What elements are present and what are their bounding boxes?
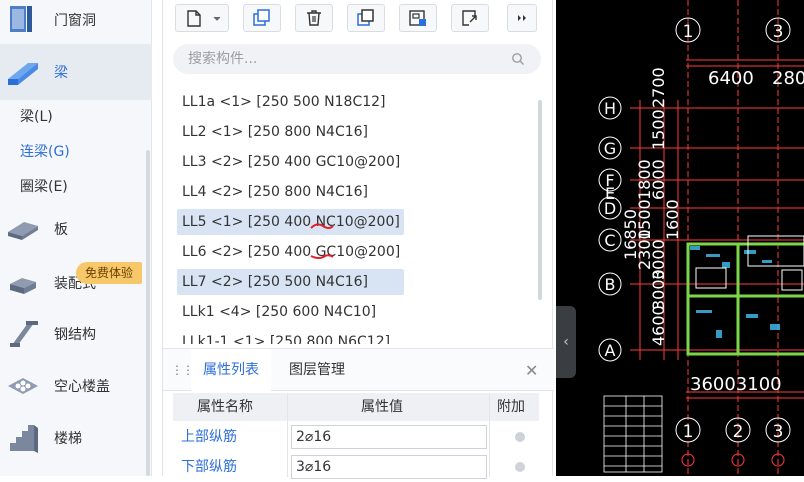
list-scrollbar[interactable] bbox=[538, 100, 542, 300]
list-item[interactable]: LL3 <2> [250 400 GC10@200] bbox=[177, 149, 400, 175]
list-item[interactable]: LL5 <1> [250 400 NC10@200] bbox=[177, 209, 404, 235]
category-label: 楼梯 bbox=[54, 431, 82, 447]
category-stairs[interactable]: 楼梯 bbox=[0, 410, 152, 466]
attach-checkbox[interactable] bbox=[515, 432, 525, 442]
category-steel-structure[interactable]: 钢结构 bbox=[0, 306, 152, 362]
new-component-button[interactable] bbox=[175, 4, 229, 32]
category-label: 板 bbox=[54, 222, 68, 238]
axis-label: 2 bbox=[733, 422, 744, 442]
property-name: 上部纵筋 bbox=[181, 429, 237, 445]
sidebar-scrollbar[interactable] bbox=[146, 150, 150, 476]
axis-label: H bbox=[604, 99, 616, 118]
search-input[interactable] bbox=[173, 44, 541, 74]
red-annotation-mark bbox=[310, 254, 334, 259]
category-label: 门窗洞 bbox=[54, 13, 96, 29]
header-value: 属性值 bbox=[361, 399, 403, 415]
header-name: 属性名称 bbox=[197, 399, 253, 415]
column-divider bbox=[287, 393, 288, 477]
category-label: 梁 bbox=[54, 65, 68, 81]
new-component-icon bbox=[187, 10, 221, 27]
list-item[interactable]: LL7 <2> [250 500 N4C16] bbox=[177, 269, 404, 295]
dimension-label: 1600 bbox=[663, 199, 682, 240]
duplicate-layer-button[interactable] bbox=[347, 4, 385, 32]
duplicate-layer-icon bbox=[357, 9, 374, 26]
axis-label: 3 bbox=[773, 422, 784, 442]
search-icon[interactable] bbox=[511, 52, 525, 66]
steel-structure-icon bbox=[10, 321, 38, 347]
list-item[interactable]: LL2 <1> [250 800 N4C16] bbox=[177, 119, 368, 145]
more-icon bbox=[518, 15, 526, 21]
export-button[interactable] bbox=[451, 4, 489, 32]
prefab-icon bbox=[10, 278, 36, 294]
dimension-label: 1500 bbox=[649, 109, 668, 150]
list-item[interactable]: LL1a <1> [250 500 N18C12] bbox=[177, 89, 386, 115]
dimension-label: 6400 bbox=[708, 68, 754, 89]
axis-label: G bbox=[604, 139, 616, 158]
tab-property-list[interactable]: 属性列表 bbox=[191, 349, 271, 391]
property-value-field[interactable]: 2⌀16 bbox=[291, 425, 487, 449]
axis-label: 3 bbox=[773, 22, 784, 42]
axis-label: A bbox=[605, 341, 616, 360]
stairs-icon bbox=[10, 425, 38, 453]
axis-label: C bbox=[604, 231, 615, 250]
list-item[interactable]: LLk1 <4> [250 600 N4C10] bbox=[177, 299, 376, 325]
collapse-panel-button[interactable]: ‹ bbox=[556, 306, 576, 378]
red-annotation-mark bbox=[310, 223, 334, 229]
hollow-floor-icon bbox=[8, 378, 38, 394]
copy-button[interactable] bbox=[243, 4, 281, 32]
dimension-label: 36003100 bbox=[690, 374, 782, 395]
header-extra: 附加 bbox=[497, 399, 525, 415]
component-list-panel: LL1a <1> [250 500 N18C12] LL2 <1> [250 8… bbox=[162, 0, 554, 479]
copy-icon bbox=[253, 9, 270, 26]
list-item[interactable]: LLk1-1 <1> [250 800 N6C12] bbox=[177, 329, 390, 344]
delete-button[interactable] bbox=[295, 4, 333, 32]
category-slab[interactable]: 板 bbox=[0, 201, 152, 257]
copy-to-floor-icon bbox=[409, 10, 426, 26]
dimension-label: 2300 bbox=[635, 229, 654, 270]
property-value-field[interactable]: 3⌀16 bbox=[291, 455, 487, 479]
dimension-label: 1800 bbox=[635, 159, 654, 200]
property-table-header: 属性名称 属性值 附加 bbox=[173, 393, 539, 421]
component-list: LL1a <1> [250 500 N18C12] LL2 <1> [250 8… bbox=[177, 86, 537, 344]
sub-item-beam[interactable]: 梁(L) bbox=[20, 106, 53, 126]
delete-icon bbox=[307, 10, 321, 26]
table-row: 上部纵筋 2⌀16 bbox=[173, 422, 539, 452]
sub-item-coupling-beam[interactable]: 连梁(G) bbox=[20, 141, 70, 161]
dimension-label: 2700 bbox=[649, 67, 668, 108]
beam-icon bbox=[8, 63, 38, 85]
category-hollow-floor[interactable]: 空心楼盖 bbox=[0, 358, 152, 414]
dimension-label: 3000 bbox=[649, 269, 668, 310]
table-row: 下部纵筋 3⌀16 bbox=[173, 452, 539, 482]
component-category-sidebar: 门窗洞 梁 梁(L) 连梁(G) 圈梁(E) 板 装配式 免费体验 钢结构 空心… bbox=[0, 0, 152, 476]
attach-checkbox[interactable] bbox=[515, 462, 525, 472]
category-label: 钢结构 bbox=[54, 327, 96, 343]
door-window-icon bbox=[10, 6, 32, 32]
property-panel: ⋮⋮ 属性列表 图层管理 ✕ 属性名称 属性值 附加 上部纵筋 2⌀16 下部纵… bbox=[163, 348, 554, 479]
property-tabs: ⋮⋮ 属性列表 图层管理 ✕ bbox=[163, 349, 554, 391]
category-door-window[interactable]: 门窗洞 bbox=[0, 0, 152, 48]
dimension-label: 280 bbox=[772, 68, 804, 89]
drag-handle-icon[interactable]: ⋮⋮ bbox=[171, 363, 194, 377]
more-tools-button[interactable] bbox=[507, 4, 537, 32]
category-beam[interactable]: 梁 bbox=[0, 44, 152, 100]
column-divider bbox=[489, 393, 490, 477]
free-trial-badge[interactable]: 免费体验 bbox=[76, 262, 142, 284]
export-icon bbox=[462, 10, 477, 26]
axis-label: D bbox=[604, 199, 616, 218]
axis-label: 1 bbox=[683, 422, 694, 442]
sub-item-ring-beam[interactable]: 圈梁(E) bbox=[20, 176, 68, 196]
property-name: 下部纵筋 bbox=[181, 459, 237, 475]
category-label: 空心楼盖 bbox=[54, 379, 110, 395]
slab-icon bbox=[8, 222, 38, 240]
close-icon[interactable]: ✕ bbox=[525, 361, 538, 380]
copy-to-floor-button[interactable] bbox=[399, 4, 437, 32]
axis-label: B bbox=[605, 275, 616, 294]
tab-layer-management[interactable]: 图层管理 bbox=[277, 349, 357, 391]
list-item[interactable]: LL4 <2> [250 800 N4C16] bbox=[177, 179, 368, 205]
floor-plan-drawing: 1 3 1 2 3 H G F E D C B A 6400 280 36003… bbox=[598, 0, 804, 476]
cad-drawing-canvas[interactable]: 1 3 1 2 3 H G F E D C B A 6400 280 36003… bbox=[556, 0, 804, 476]
dimension-label: 4600 bbox=[649, 305, 668, 346]
list-item[interactable]: LL6 <2> [250 400 GC10@200] bbox=[177, 239, 400, 265]
axis-label: 1 bbox=[683, 22, 694, 42]
